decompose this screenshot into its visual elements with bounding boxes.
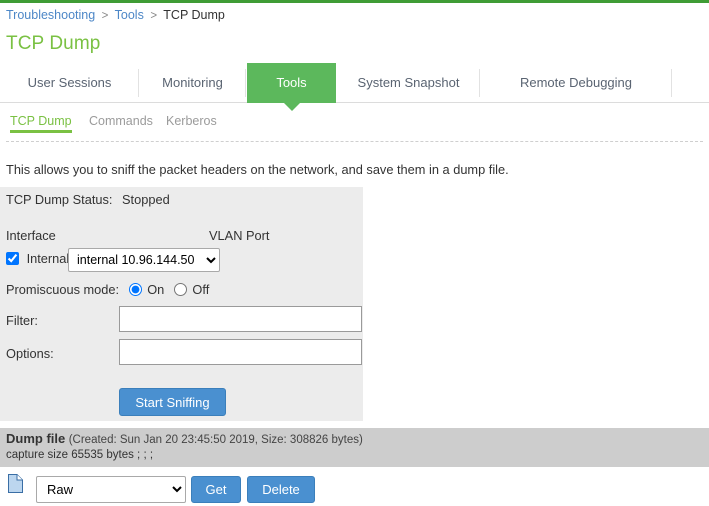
- interface-checkbox[interactable]: [6, 252, 19, 265]
- main-tab-bar: User Sessions Monitoring Tools System Sn…: [0, 63, 709, 111]
- tab-tools[interactable]: Tools: [247, 63, 336, 111]
- dump-file-title: Dump file: [6, 431, 66, 446]
- sub-tab-commands[interactable]: Commands: [89, 114, 153, 133]
- options-input[interactable]: [119, 339, 362, 365]
- top-accent-rule: [0, 0, 709, 3]
- page-description: This allows you to sniff the packet head…: [6, 162, 509, 177]
- sub-tab-bar: TCP Dump Commands Kerberos: [6, 114, 703, 142]
- get-button[interactable]: Get: [191, 476, 241, 503]
- tcp-dump-page: Troubleshooting > Tools > TCP Dump TCP D…: [0, 0, 709, 506]
- interface-column-header: Interface: [6, 228, 56, 243]
- dump-format-select[interactable]: Raw: [36, 476, 186, 503]
- interface-select[interactable]: internal 10.96.144.50: [68, 248, 220, 272]
- filter-input[interactable]: [119, 306, 362, 332]
- tab-label: Remote Debugging: [519, 75, 633, 90]
- breadcrumb: Troubleshooting > Tools > TCP Dump: [6, 8, 225, 22]
- breadcrumb-item-tcp-dump: TCP Dump: [163, 8, 225, 22]
- sub-tab-label: Commands: [89, 114, 153, 128]
- tab-label: Tools: [276, 75, 307, 90]
- tab-label: User Sessions: [27, 75, 112, 90]
- file-icon: [8, 474, 23, 493]
- dump-file-detail: capture size 65535 bytes ; ; ;: [6, 449, 154, 461]
- active-tab-arrow-icon: [283, 103, 300, 111]
- promiscuous-mode-row: Promiscuous mode: On Off: [6, 282, 209, 297]
- tab-monitoring[interactable]: Monitoring: [139, 63, 246, 102]
- page-title: TCP Dump: [6, 33, 101, 54]
- promiscuous-radio-off[interactable]: [173, 283, 187, 296]
- promiscuous-off-label: Off: [192, 282, 210, 297]
- interface-checkbox-row[interactable]: Internal: [6, 251, 69, 266]
- dump-file-header: Dump file (Created: Sun Jan 20 23:45:50 …: [6, 431, 363, 446]
- filter-label: Filter:: [6, 313, 38, 328]
- vlan-port-column-header: VLAN Port: [209, 228, 270, 243]
- breadcrumb-item-tools[interactable]: Tools: [115, 8, 144, 22]
- section-divider: [6, 141, 703, 142]
- options-label: Options:: [6, 346, 54, 361]
- tab-system-snapshot[interactable]: System Snapshot: [337, 63, 480, 102]
- promiscuous-mode-label: Promiscuous mode:: [6, 282, 120, 297]
- tab-label: System Snapshot: [357, 75, 460, 90]
- breadcrumb-separator: >: [150, 10, 158, 22]
- sub-tab-tcp-dump[interactable]: TCP Dump: [10, 114, 72, 133]
- sub-tab-kerberos[interactable]: Kerberos: [166, 114, 217, 133]
- breadcrumb-item-troubleshooting[interactable]: Troubleshooting: [6, 8, 95, 22]
- tab-remote-debugging[interactable]: Remote Debugging: [480, 63, 672, 102]
- dump-file-bar: Dump file (Created: Sun Jan 20 23:45:50 …: [0, 428, 709, 467]
- tcp-dump-form-panel: TCP Dump Status: Stopped Interface VLAN …: [0, 187, 363, 421]
- status-label: TCP Dump Status:: [6, 192, 113, 207]
- start-sniffing-button[interactable]: Start Sniffing: [119, 388, 226, 416]
- tab-user-sessions[interactable]: User Sessions: [0, 63, 139, 102]
- promiscuous-on-label: On: [147, 282, 165, 297]
- dump-file-meta: (Created: Sun Jan 20 23:45:50 2019, Size…: [68, 434, 363, 446]
- breadcrumb-separator: >: [101, 10, 109, 22]
- tab-label: Monitoring: [162, 75, 223, 90]
- interface-checkbox-label: Internal: [26, 251, 70, 266]
- status-row: TCP Dump Status: Stopped: [6, 192, 170, 207]
- sub-tab-label: TCP Dump: [10, 114, 72, 128]
- sub-tab-underline: [10, 130, 72, 133]
- sub-tab-label: Kerberos: [166, 114, 217, 128]
- delete-button[interactable]: Delete: [247, 476, 315, 503]
- promiscuous-radio-on[interactable]: [128, 283, 142, 296]
- status-value: Stopped: [122, 192, 170, 207]
